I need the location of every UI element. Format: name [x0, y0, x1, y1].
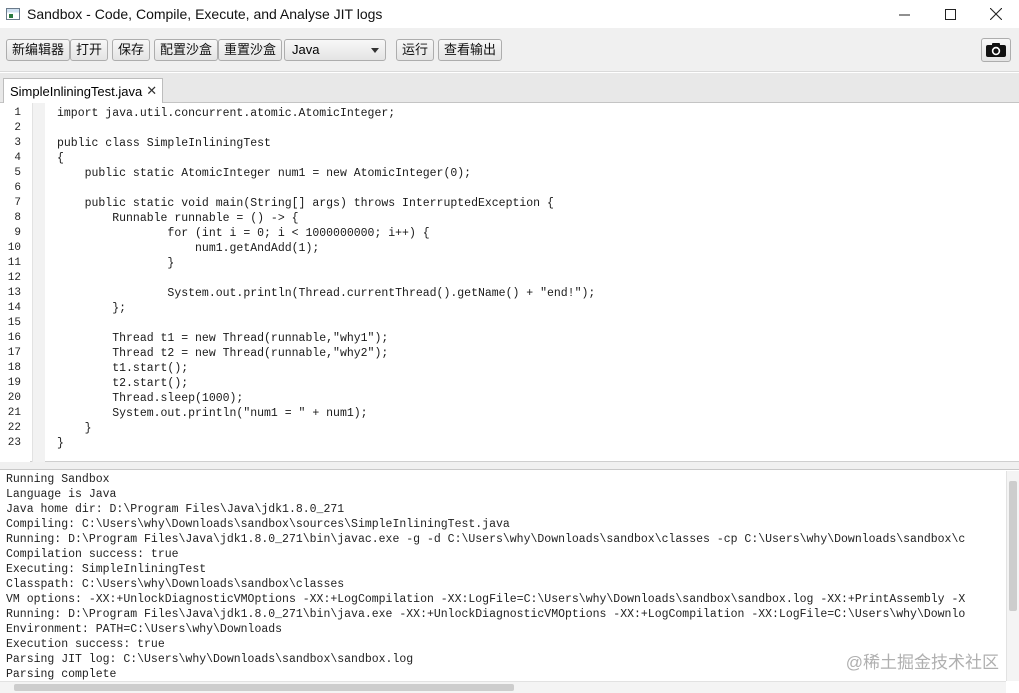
console-line: Language is Java — [6, 488, 117, 501]
console-line: Parsing JIT log: C:\Users\why\Downloads\… — [6, 653, 414, 666]
line-number: 20 — [7, 392, 21, 404]
reset-sandbox-button[interactable]: 重置沙盒 — [218, 39, 283, 61]
line-number: 3 — [14, 137, 21, 149]
code-line: Thread.sleep(1000); — [57, 392, 244, 405]
code-line: public class SimpleInliningTest — [57, 137, 271, 150]
line-number: 9 — [14, 227, 21, 239]
output-console[interactable]: Running Sandbox Language is Java Java ho… — [0, 471, 1019, 693]
app-window-icon — [6, 8, 20, 20]
console-line: Running: D:\Program Files\Java\jdk1.8.0_… — [6, 533, 966, 546]
minimize-icon[interactable] — [881, 0, 927, 28]
language-select-value: Java — [292, 42, 320, 57]
code-line: } — [57, 422, 92, 435]
toolbar: 新编辑器 打开 保存 配置沙盒 重置沙盒 Java 运行 查看输出 — [0, 28, 1019, 72]
line-number: 6 — [14, 182, 21, 194]
console-line: VM options: -XX:+UnlockDiagnosticVMOptio… — [6, 593, 966, 606]
line-number: 14 — [7, 302, 21, 314]
code-line: Thread t1 = new Thread(runnable,"why1"); — [57, 332, 389, 345]
line-number: 18 — [7, 362, 21, 374]
console-line: Compiling: C:\Users\why\Downloads\sandbo… — [6, 518, 510, 531]
window-controls — [881, 0, 1019, 28]
code-editor[interactable]: 1 2 3 4 5 6 7 8 9 10 11 12 13 14 15 16 1… — [0, 103, 1019, 462]
line-number-gutter: 1 2 3 4 5 6 7 8 9 10 11 12 13 14 15 16 1… — [0, 103, 30, 462]
code-line: } — [57, 437, 64, 450]
line-number: 19 — [7, 377, 21, 389]
line-number: 11 — [7, 257, 21, 269]
console-line: Execution success: true — [6, 638, 165, 651]
code-line: }; — [57, 302, 127, 315]
line-number: 21 — [7, 407, 21, 419]
chevron-down-icon — [371, 48, 379, 53]
line-number: 7 — [14, 197, 21, 209]
pane-splitter[interactable] — [0, 462, 1019, 470]
fold-gutter — [32, 103, 45, 462]
console-line: Classpath: C:\Users\why\Downloads\sandbo… — [6, 578, 345, 591]
console-line: Java home dir: D:\Program Files\Java\jdk… — [6, 503, 345, 516]
line-number: 12 — [7, 272, 21, 284]
line-number: 13 — [7, 287, 21, 299]
run-button[interactable]: 运行 — [396, 39, 435, 61]
tab-simple-inlining-test[interactable]: SimpleInliningTest.java ✕ — [3, 78, 164, 103]
close-tab-icon[interactable]: ✕ — [146, 83, 157, 99]
code-line: System.out.println(Thread.currentThread(… — [57, 287, 596, 300]
camera-icon — [986, 43, 1006, 57]
configure-sandbox-button[interactable]: 配置沙盒 — [154, 39, 219, 61]
line-number: 10 — [7, 242, 21, 254]
new-editor-button[interactable]: 新编辑器 — [6, 39, 71, 61]
line-number: 16 — [7, 332, 21, 344]
code-line: { — [57, 152, 64, 165]
console-line: Executing: SimpleInliningTest — [6, 563, 207, 576]
close-icon[interactable] — [973, 0, 1019, 28]
code-line: public static void main(String[] args) t… — [57, 197, 554, 210]
code-line: System.out.println("num1 = " + num1); — [57, 407, 368, 420]
code-line: t2.start(); — [57, 377, 189, 390]
line-number: 1 — [14, 107, 21, 119]
code-line: t1.start(); — [57, 362, 189, 375]
code-line: num1.getAndAdd(1); — [57, 242, 320, 255]
line-number: 23 — [7, 437, 21, 449]
console-line: Parsing complete — [6, 668, 117, 681]
console-line: Compilation success: true — [6, 548, 179, 561]
save-button[interactable]: 保存 — [112, 39, 151, 61]
view-output-button[interactable]: 查看输出 — [438, 39, 503, 61]
horizontal-scrollbar-thumb[interactable] — [14, 684, 514, 691]
language-select[interactable]: Java — [284, 39, 386, 61]
code-line: Runnable runnable = () -> { — [57, 212, 299, 225]
code-line: } — [57, 257, 175, 270]
console-line: Running Sandbox — [6, 473, 110, 486]
line-number: 2 — [14, 122, 21, 134]
line-number: 5 — [14, 167, 21, 179]
code-line: import java.util.concurrent.atomic.Atomi… — [57, 107, 396, 120]
console-vertical-scrollbar[interactable] — [1006, 471, 1019, 681]
open-button[interactable]: 打开 — [70, 39, 109, 61]
code-line: Thread t2 = new Thread(runnable,"why2"); — [57, 347, 389, 360]
vertical-scrollbar-thumb[interactable] — [1009, 481, 1017, 611]
line-number: 22 — [7, 422, 21, 434]
line-number: 4 — [14, 152, 21, 164]
line-number: 8 — [14, 212, 21, 224]
line-number: 17 — [7, 347, 21, 359]
line-number: 15 — [7, 317, 21, 329]
screenshot-button[interactable] — [981, 38, 1011, 62]
maximize-icon[interactable] — [927, 0, 973, 28]
title-bar: Sandbox - Code, Compile, Execute, and An… — [0, 0, 1019, 28]
window-title: Sandbox - Code, Compile, Execute, and An… — [27, 6, 383, 22]
console-horizontal-scrollbar[interactable] — [0, 681, 1006, 693]
watermark: @稀土掘金技术社区 — [845, 653, 999, 672]
console-line: Running: D:\Program Files\Java\jdk1.8.0_… — [6, 608, 966, 621]
code-line: public static AtomicInteger num1 = new A… — [57, 167, 472, 180]
console-line: Environment: PATH=C:\Users\why\Downloads — [6, 623, 283, 636]
tab-label: SimpleInliningTest.java — [10, 83, 143, 99]
editor-tab-strip: SimpleInliningTest.java ✕ — [0, 73, 1019, 103]
code-line: for (int i = 0; i < 1000000000; i++) { — [57, 227, 430, 240]
